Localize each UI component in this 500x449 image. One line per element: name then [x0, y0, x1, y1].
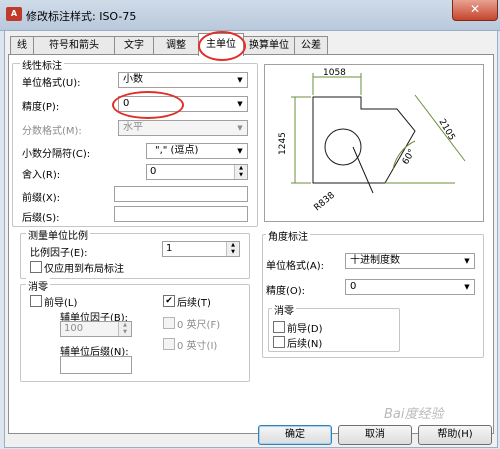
- spinner-arrows-icon[interactable]: ▲ ▼: [226, 242, 239, 256]
- tab-symbols-arrows[interactable]: 符号和箭头: [33, 36, 115, 55]
- scale-factor-value: 1: [166, 243, 173, 254]
- layout-only-checkbox[interactable]: [30, 261, 42, 273]
- prefix-input[interactable]: [114, 186, 248, 202]
- zero-suppression-title: 消零: [26, 278, 50, 293]
- prefix-label: 前缀(X):: [22, 193, 61, 204]
- unit-format-label: 单位格式(U):: [22, 78, 81, 89]
- chevron-down-icon: ▼: [237, 124, 243, 132]
- fraction-format-select[interactable]: 水平 ▼: [118, 120, 248, 136]
- angular-unit-format-select[interactable]: 十进制度数 ▼: [345, 253, 475, 269]
- angular-unit-format-label: 单位格式(A):: [266, 261, 325, 272]
- autocad-app-icon: A: [6, 7, 22, 21]
- angular-leading-checkbox[interactable]: [273, 321, 285, 333]
- decimal-separator-select[interactable]: "," (逗点) ▼: [146, 143, 248, 159]
- angular-zero-title: 消零: [272, 302, 296, 317]
- angular-trailing-checkbox[interactable]: [273, 336, 285, 348]
- angular-precision-label: 精度(O):: [266, 286, 306, 297]
- annotation-circle-tab: [198, 31, 246, 61]
- tab-tolerances[interactable]: 公差: [294, 36, 328, 55]
- angular-precision-select[interactable]: 0 ▼: [345, 279, 475, 295]
- suffix-label: 后缀(S):: [22, 213, 60, 224]
- sub-unit-factor-spinner[interactable]: 100 ▲ ▼: [60, 321, 132, 337]
- measurement-scale-title: 测量单位比例: [26, 227, 90, 242]
- ok-button[interactable]: 确定: [258, 425, 332, 445]
- chevron-down-icon: ▼: [237, 100, 243, 108]
- feet-zero-label: 0 英尺(F): [177, 320, 221, 331]
- leading-zero-label: 前导(L): [44, 298, 78, 309]
- close-button[interactable]: ✕: [452, 0, 498, 21]
- unit-format-value: 小数: [123, 74, 143, 85]
- help-button[interactable]: 帮助(H): [418, 425, 492, 445]
- chevron-down-icon: ▼: [237, 76, 243, 84]
- fraction-format-value: 水平: [123, 122, 143, 133]
- scale-factor-spinner[interactable]: 1 ▲ ▼: [162, 241, 240, 257]
- suffix-input[interactable]: [114, 206, 248, 222]
- decimal-separator-label: 小数分隔符(C):: [22, 149, 91, 160]
- precision-label: 精度(P):: [22, 102, 60, 113]
- trailing-zero-checkbox[interactable]: ✔: [163, 295, 175, 307]
- angular-group-title: 角度标注: [266, 228, 310, 243]
- angular-trailing-label: 后续(N): [287, 339, 323, 350]
- unit-format-select[interactable]: 小数 ▼: [118, 72, 248, 88]
- chevron-down-icon: ▼: [237, 147, 243, 155]
- tab-lines[interactable]: 线: [10, 36, 34, 55]
- dimension-preview: 1058 1245 2105 60° R838: [264, 64, 484, 222]
- angular-precision-value: 0: [350, 281, 357, 292]
- cancel-button[interactable]: 取消: [338, 425, 412, 445]
- dim-radius-text: R838: [313, 190, 338, 213]
- decimal-separator-value: "," (逗点): [155, 145, 199, 156]
- layout-only-label: 仅应用到布局标注: [44, 264, 124, 275]
- inches-zero-checkbox[interactable]: [163, 338, 175, 350]
- chevron-down-icon: ▼: [464, 283, 470, 291]
- angular-leading-label: 前导(D): [287, 324, 323, 335]
- dim-left-text: 1245: [278, 132, 288, 155]
- tab-fit[interactable]: 调整: [153, 36, 199, 55]
- tab-text[interactable]: 文字: [114, 36, 154, 55]
- sub-unit-factor-value: 100: [64, 323, 84, 334]
- radius-leader: [352, 146, 374, 194]
- inches-zero-label: 0 英寸(I): [177, 341, 218, 352]
- round-off-spinner[interactable]: 0 ▲ ▼: [146, 164, 248, 180]
- sub-unit-suffix-input[interactable]: [60, 356, 132, 374]
- watermark: Bai度经验: [384, 407, 444, 422]
- preview-drawing: 1058 1245 2105 60° R838: [278, 68, 466, 213]
- chevron-down-icon: ▼: [464, 257, 470, 265]
- fraction-format-label: 分数格式(M):: [22, 126, 82, 137]
- scale-factor-label: 比例因子(E):: [30, 248, 88, 259]
- leading-zero-checkbox[interactable]: [30, 295, 42, 307]
- round-off-value: 0: [150, 166, 157, 177]
- dim-top-text: 1058: [323, 68, 346, 78]
- linear-group-title: 线性标注: [20, 57, 64, 72]
- angular-unit-format-value: 十进制度数: [350, 255, 400, 266]
- spinner-arrows-icon[interactable]: ▲ ▼: [234, 165, 247, 179]
- round-off-label: 舍入(R):: [22, 170, 61, 181]
- dim-right-text: 2105: [436, 118, 456, 143]
- feet-zero-checkbox[interactable]: [163, 317, 175, 329]
- tab-alternate-units[interactable]: 换算单位: [243, 36, 295, 55]
- part-outline: [312, 96, 416, 184]
- spinner-arrows-icon[interactable]: ▲ ▼: [118, 322, 131, 336]
- trailing-zero-label: 后续(T): [177, 298, 211, 309]
- window-title: 修改标注样式: ISO-75: [26, 10, 137, 23]
- annotation-circle-precision: [112, 91, 184, 119]
- part-hole: [324, 128, 362, 166]
